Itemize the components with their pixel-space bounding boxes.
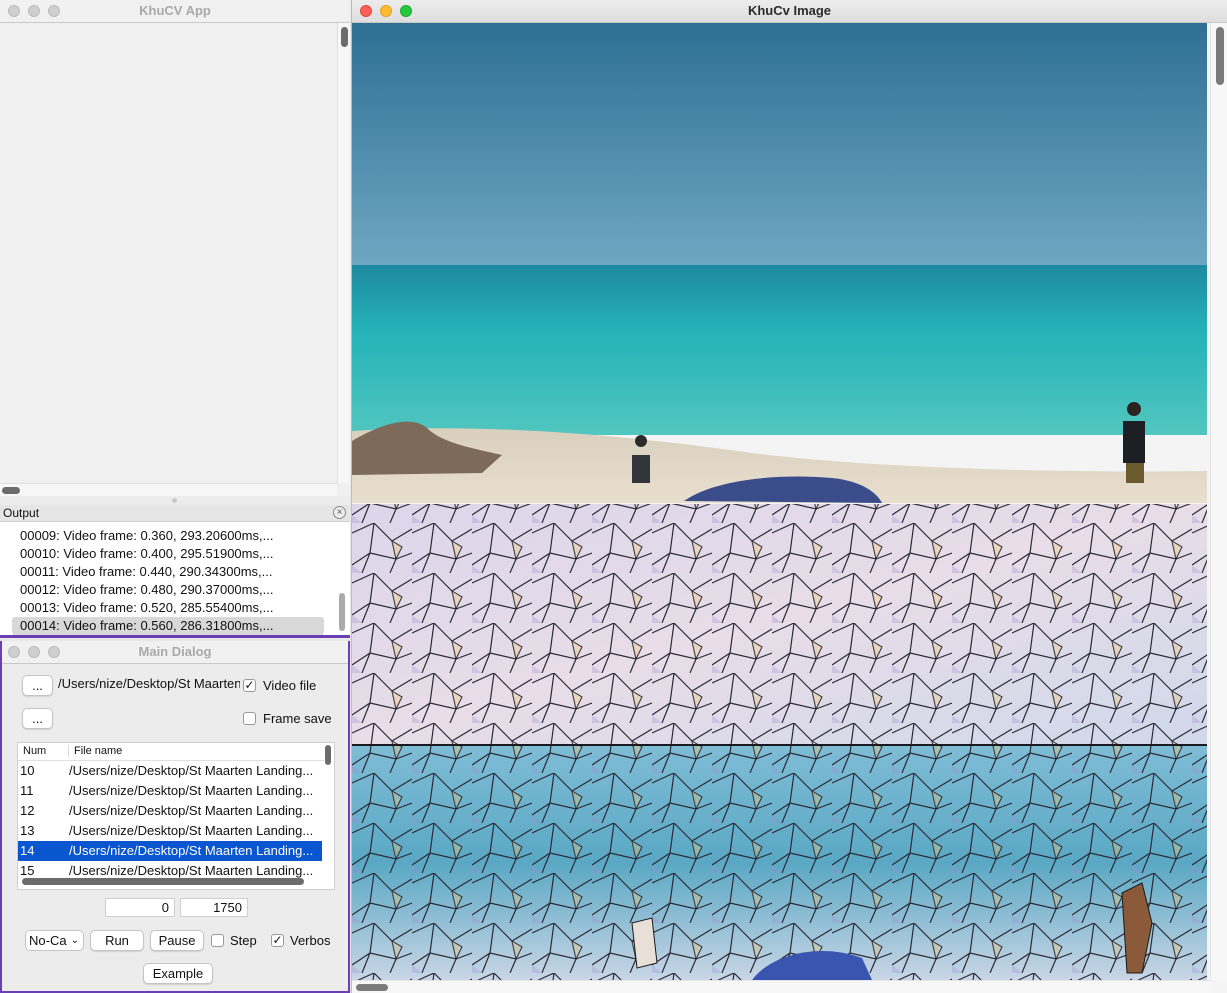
scroll-thumb[interactable] xyxy=(325,745,331,765)
zoom-button[interactable] xyxy=(48,646,60,658)
step-label: Step xyxy=(230,933,257,948)
row-file: /Users/nize/Desktop/St Maarten Landing..… xyxy=(69,763,314,778)
output-vertical-scrollbar[interactable] xyxy=(337,523,347,633)
app-content-area xyxy=(0,23,337,483)
row-num: 14 xyxy=(20,843,35,858)
scroll-thumb[interactable] xyxy=(1216,27,1224,85)
minimize-button[interactable] xyxy=(380,5,392,17)
frame-save-checkbox[interactable] xyxy=(243,712,256,725)
table-header: Num File name xyxy=(18,743,324,761)
camera-select-value: No-Ca xyxy=(29,933,67,948)
app-horizontal-scrollbar[interactable] xyxy=(0,483,337,497)
log-line-selected[interactable]: 00014: Video frame: 0.560, 286.31800ms,.… xyxy=(12,617,324,635)
column-header-num[interactable]: Num xyxy=(23,743,46,760)
app-vertical-scrollbar[interactable] xyxy=(337,23,350,483)
frame-save-label: Frame save xyxy=(263,711,332,726)
pause-button[interactable]: Pause xyxy=(150,930,204,951)
row-num: 11 xyxy=(20,783,34,798)
output-title: Output xyxy=(3,506,40,520)
minimize-button[interactable] xyxy=(28,646,40,658)
camera-select[interactable]: No-Ca ⌄ xyxy=(25,930,84,951)
image-vertical-scrollbar[interactable] xyxy=(1210,23,1227,980)
log-line[interactable]: 00009: Video frame: 0.360, 293.20600ms,.… xyxy=(12,527,324,545)
image-window: KhuCv Image xyxy=(351,0,1227,993)
chevron-down-icon: ⌄ xyxy=(70,935,79,946)
close-button[interactable] xyxy=(8,646,20,658)
output-log-list[interactable]: 00009: Video frame: 0.360, 293.20600ms,.… xyxy=(12,527,324,635)
table-vertical-scrollbar[interactable] xyxy=(323,745,333,875)
step-checkbox[interactable] xyxy=(211,934,224,947)
table-horizontal-scrollbar[interactable] xyxy=(22,878,304,885)
end-frame-input[interactable]: 1750 xyxy=(180,898,248,917)
scroll-thumb[interactable] xyxy=(356,984,388,991)
row-file: /Users/nize/Desktop/St Maarten Landing..… xyxy=(69,823,314,838)
log-line[interactable]: 00011: Video frame: 0.440, 290.34300ms,.… xyxy=(12,563,324,581)
app-title: KhuCV App xyxy=(139,3,211,18)
start-frame-input[interactable]: 0 xyxy=(105,898,175,917)
table-row[interactable]: 11/Users/nize/Desktop/St Maarten Landing… xyxy=(18,781,322,801)
row-file: /Users/nize/Desktop/St Maarten Landing..… xyxy=(69,783,314,798)
video-path-field[interactable]: /Users/nize/Desktop/St Maarten xyxy=(58,676,240,691)
app-titlebar[interactable]: KhuCV App xyxy=(0,0,350,23)
main-dialog: Main Dialog ... /Users/nize/Desktop/St M… xyxy=(0,641,350,993)
table-row-selected[interactable]: 14/Users/nize/Desktop/St Maarten Landing… xyxy=(18,841,322,861)
dialog-titlebar[interactable]: Main Dialog xyxy=(2,641,348,664)
row-num: 13 xyxy=(20,823,35,838)
table-row[interactable]: 13/Users/nize/Desktop/St Maarten Landing… xyxy=(18,821,322,841)
log-line[interactable]: 00013: Video frame: 0.520, 285.55400ms,.… xyxy=(12,599,324,617)
row-num: 12 xyxy=(20,803,35,818)
output-dock: Output × 00009: Video frame: 0.360, 293.… xyxy=(0,505,350,638)
row-file: /Users/nize/Desktop/St Maarten Landing..… xyxy=(69,843,314,858)
column-header-file[interactable]: File name xyxy=(68,745,122,757)
app-window: KhuCV App xyxy=(0,0,350,505)
log-line[interactable]: 00010: Video frame: 0.400, 295.51900ms,.… xyxy=(12,545,324,563)
log-line[interactable]: 00012: Video frame: 0.480, 290.37000ms,.… xyxy=(12,581,324,599)
browse-folder-button[interactable]: ... xyxy=(22,708,53,729)
file-table[interactable]: Num File name 10/Users/nize/Desktop/St M… xyxy=(17,742,335,890)
video-file-checkbox[interactable]: ✓ xyxy=(243,679,256,692)
table-row[interactable]: 10/Users/nize/Desktop/St Maarten Landing… xyxy=(18,761,322,781)
verbose-label: Verbos xyxy=(290,933,331,948)
image-title: KhuCv Image xyxy=(747,3,832,18)
close-icon[interactable]: × xyxy=(333,506,346,519)
verbose-checkbox[interactable]: ✓ xyxy=(271,934,284,947)
output-dock-header: Output × xyxy=(0,505,350,522)
run-button[interactable]: Run xyxy=(90,930,144,951)
zoom-button[interactable] xyxy=(400,5,412,17)
minimize-button[interactable] xyxy=(28,5,40,17)
image-horizontal-scrollbar[interactable] xyxy=(352,980,1210,993)
example-button[interactable]: Example xyxy=(143,963,213,984)
video-frame-image xyxy=(352,23,1207,980)
dock-splitter[interactable] xyxy=(0,496,350,505)
dialog-title: Main Dialog xyxy=(138,644,212,659)
scroll-thumb[interactable] xyxy=(339,593,345,631)
image-canvas[interactable] xyxy=(352,23,1207,980)
zoom-button[interactable] xyxy=(48,5,60,17)
image-titlebar[interactable]: KhuCv Image xyxy=(352,0,1227,23)
close-button[interactable] xyxy=(360,5,372,17)
row-num: 10 xyxy=(20,763,35,778)
close-button[interactable] xyxy=(8,5,20,17)
scroll-thumb[interactable] xyxy=(2,487,20,494)
scroll-thumb[interactable] xyxy=(341,27,348,47)
table-row[interactable]: 12/Users/nize/Desktop/St Maarten Landing… xyxy=(18,801,322,821)
video-file-label: Video file xyxy=(263,678,317,693)
browse-file-button[interactable]: ... xyxy=(22,675,53,696)
row-file: /Users/nize/Desktop/St Maarten Landing..… xyxy=(69,803,314,818)
